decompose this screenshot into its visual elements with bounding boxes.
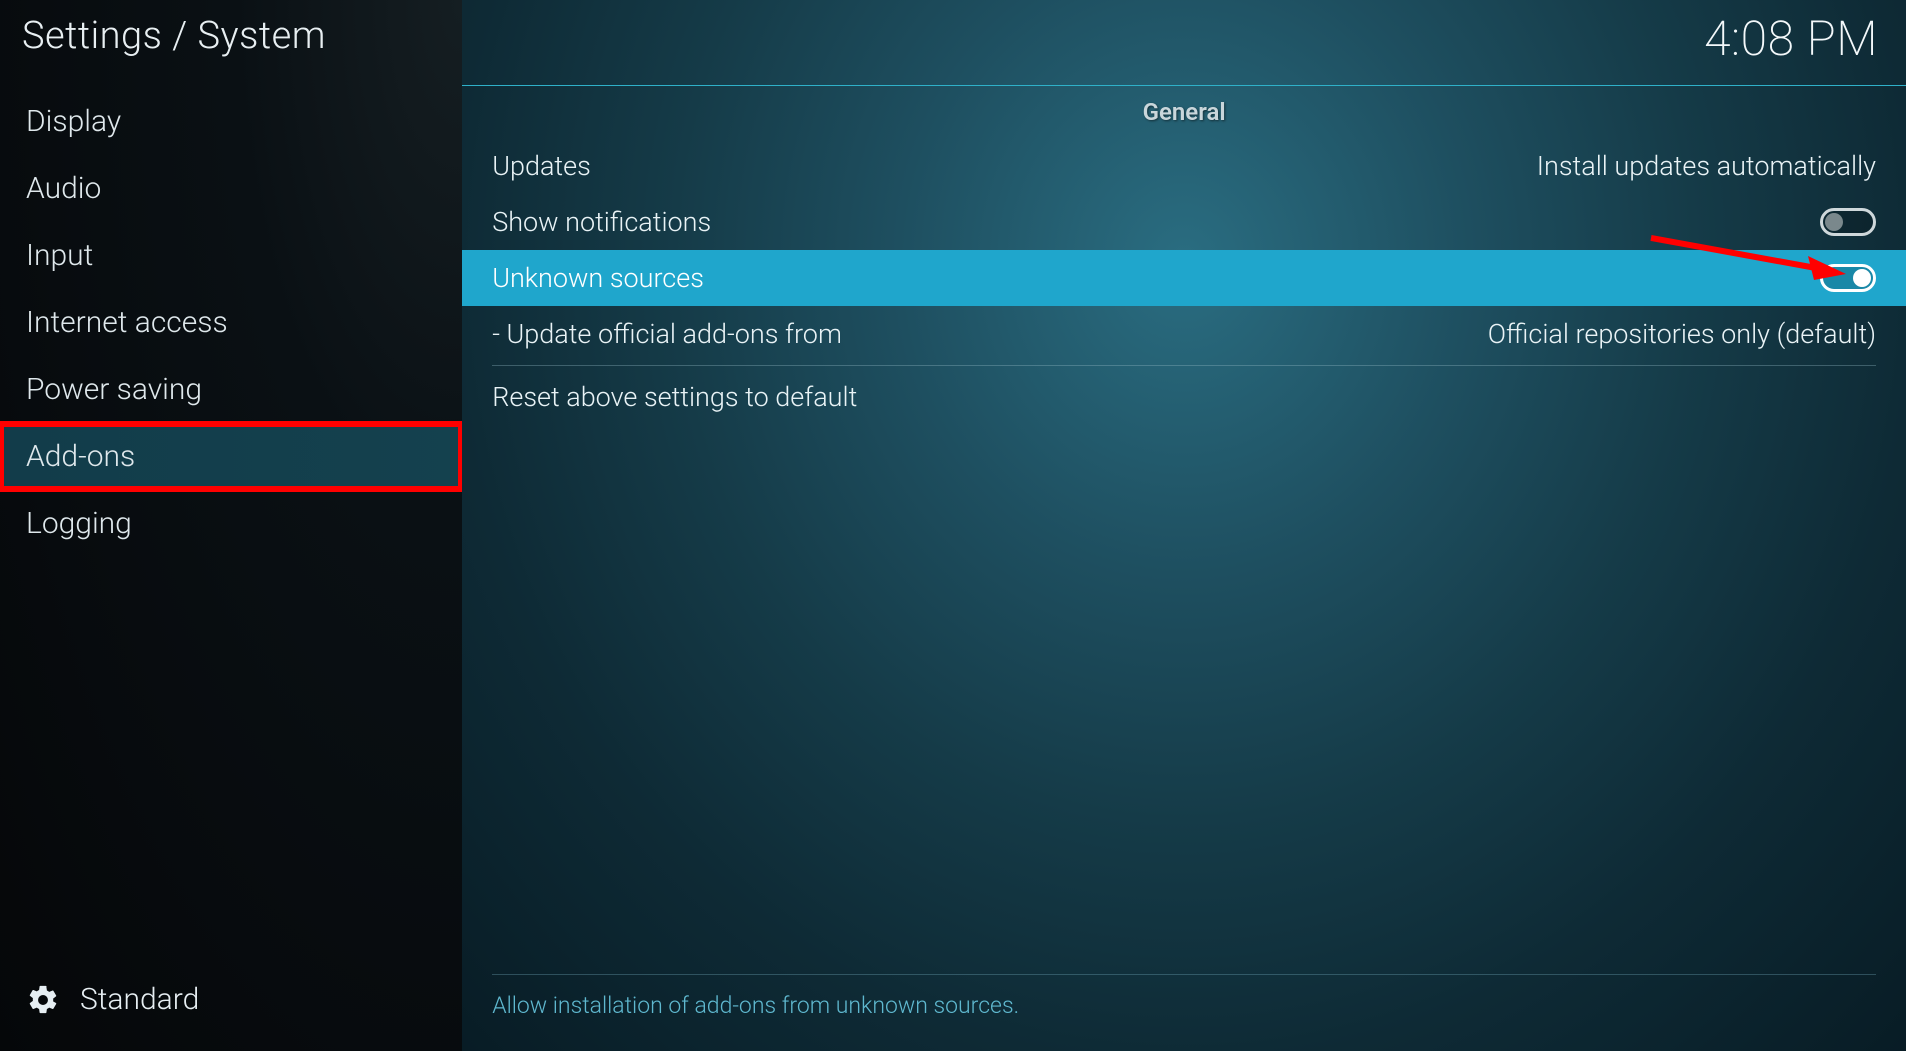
setting-value: Official repositories only (default) <box>1488 318 1876 350</box>
sidebar-item-logging[interactable]: Logging <box>0 490 462 557</box>
sidebar-item-display[interactable]: Display <box>0 88 462 155</box>
setting-row-show-notifications[interactable]: Show notifications <box>462 194 1906 250</box>
clock: 4:08 PM <box>462 0 1906 67</box>
sidebar-item-input[interactable]: Input <box>0 222 462 289</box>
sidebar-item-audio[interactable]: Audio <box>0 155 462 222</box>
sidebar-item-add-ons[interactable]: Add-ons <box>0 423 462 490</box>
setting-row-updates[interactable]: Updates Install updates automatically <box>462 138 1906 194</box>
main-panel: 4:08 PM General Updates Install updates … <box>462 0 1906 1051</box>
setting-label: Show notifications <box>492 206 711 238</box>
settings-level-button[interactable]: Standard <box>0 962 462 1051</box>
toggle-switch[interactable] <box>1820 208 1876 236</box>
gear-icon <box>26 983 60 1017</box>
sidebar-item-label: Logging <box>26 506 132 541</box>
sidebar-item-label: Audio <box>26 171 101 206</box>
sidebar-item-label: Add-ons <box>26 439 135 474</box>
section-title: General <box>462 86 1906 138</box>
sidebar: Settings / System Display Audio Input In… <box>0 0 462 1051</box>
setting-label: Reset above settings to default <box>492 381 857 413</box>
setting-value: Install updates automatically <box>1537 150 1876 182</box>
toggle-thumb <box>1825 213 1843 231</box>
setting-row-unknown-sources[interactable]: Unknown sources <box>462 250 1906 306</box>
toggle-switch[interactable] <box>1820 264 1876 292</box>
sidebar-item-internet-access[interactable]: Internet access <box>0 289 462 356</box>
sidebar-item-label: Internet access <box>26 305 228 340</box>
breadcrumb: Settings / System <box>0 0 462 88</box>
setting-hint-text: Allow installation of add-ons from unkno… <box>492 992 1876 1019</box>
divider <box>492 365 1876 366</box>
settings-level-label: Standard <box>80 982 199 1017</box>
sidebar-item-power-saving[interactable]: Power saving <box>0 356 462 423</box>
setting-row-update-official-addons[interactable]: - Update official add-ons from Official … <box>462 306 1906 362</box>
footer: Allow installation of add-ons from unkno… <box>462 974 1906 1051</box>
setting-label: Unknown sources <box>492 262 704 294</box>
sidebar-list: Display Audio Input Internet access Powe… <box>0 88 462 557</box>
setting-label: Updates <box>492 150 591 182</box>
sidebar-item-label: Display <box>26 104 121 139</box>
sidebar-item-label: Power saving <box>26 372 202 407</box>
app-window: Settings / System Display Audio Input In… <box>0 0 1906 1051</box>
setting-row-reset-defaults[interactable]: Reset above settings to default <box>462 369 1906 425</box>
settings-rows: Updates Install updates automatically Sh… <box>462 138 1906 425</box>
setting-label: - Update official add-ons from <box>492 318 842 350</box>
sidebar-item-label: Input <box>26 238 93 273</box>
toggle-thumb <box>1853 269 1871 287</box>
